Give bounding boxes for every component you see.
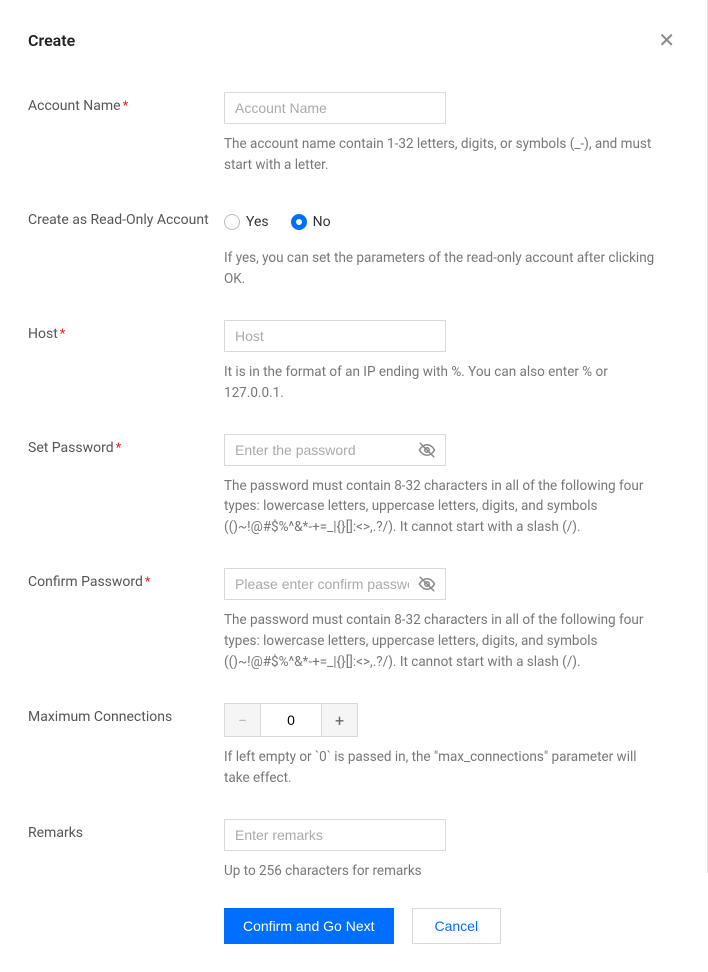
eye-off-icon (418, 441, 436, 459)
required-mark: * (123, 99, 129, 114)
row-account-name: Account Name* The account name contain 1… (28, 92, 679, 176)
hint-max-connections: If left empty or `0` is passed in, the "… (224, 747, 664, 789)
eye-off-icon (418, 575, 436, 593)
label-text: Host (28, 326, 58, 342)
label-host: Host* (28, 320, 224, 342)
close-icon: ✕ (658, 28, 675, 52)
stepper-decrement[interactable]: − (224, 703, 260, 737)
host-input[interactable] (224, 320, 446, 352)
hint-confirm-password: The password must contain 8-32 character… (224, 610, 664, 673)
hint-set-password: The password must contain 8-32 character… (224, 476, 664, 539)
label-confirm-password: Confirm Password* (28, 568, 224, 590)
toggle-password-visibility[interactable] (418, 441, 436, 459)
label-account-name: Account Name* (28, 92, 224, 114)
close-button[interactable]: ✕ (654, 28, 679, 52)
password-wrapper (224, 568, 446, 600)
modal-header: Create ✕ (28, 28, 679, 52)
hint-host: It is in the format of an IP ending with… (224, 362, 664, 404)
stepper-increment[interactable]: + (322, 703, 358, 737)
set-password-input[interactable] (224, 434, 446, 466)
radio-icon (291, 214, 307, 230)
label-remarks: Remarks (28, 819, 224, 841)
cancel-button[interactable]: Cancel (412, 908, 502, 944)
confirm-button[interactable]: Confirm and Go Next (224, 908, 394, 944)
hint-read-only: If yes, you can set the parameters of th… (224, 248, 664, 290)
password-wrapper (224, 434, 446, 466)
row-set-password: Set Password* The password must contain … (28, 434, 679, 539)
row-max-connections: Maximum Connections − + If left empty or… (28, 703, 679, 789)
confirm-password-input[interactable] (224, 568, 446, 600)
max-connections-stepper: − + (224, 703, 679, 737)
radio-label: Yes (246, 214, 269, 230)
account-name-input[interactable] (224, 92, 446, 124)
label-set-password: Set Password* (28, 434, 224, 456)
field-set-password: The password must contain 8-32 character… (224, 434, 679, 539)
label-text: Confirm Password (28, 574, 143, 590)
field-confirm-password: The password must contain 8-32 character… (224, 568, 679, 673)
required-mark: * (60, 327, 66, 342)
row-confirm-password: Confirm Password* The password must cont… (28, 568, 679, 673)
required-mark: * (116, 441, 122, 456)
hint-remarks: Up to 256 characters for remarks (224, 861, 664, 882)
field-host: It is in the format of an IP ending with… (224, 320, 679, 404)
radio-no[interactable]: No (291, 214, 331, 230)
remarks-input[interactable] (224, 819, 446, 851)
field-account-name: The account name contain 1-32 letters, d… (224, 92, 679, 176)
read-only-radio-group: Yes No (224, 206, 679, 238)
label-text: Set Password (28, 440, 114, 456)
radio-yes[interactable]: Yes (224, 214, 269, 230)
field-read-only: Yes No If yes, you can set the parameter… (224, 206, 679, 290)
max-connections-input[interactable] (260, 703, 322, 737)
row-read-only: Create as Read-Only Account Yes No If ye… (28, 206, 679, 290)
row-remarks: Remarks Up to 256 characters for remarks (28, 819, 679, 882)
field-max-connections: − + If left empty or `0` is passed in, t… (224, 703, 679, 789)
modal-title: Create (28, 31, 75, 50)
create-account-modal: Create ✕ Account Name* The account name … (0, 0, 707, 972)
required-mark: * (145, 575, 151, 590)
modal-footer: Confirm and Go Next Cancel (224, 908, 679, 944)
toggle-password-visibility[interactable] (418, 575, 436, 593)
label-max-connections: Maximum Connections (28, 703, 224, 725)
label-text: Account Name (28, 98, 121, 114)
label-read-only: Create as Read-Only Account (28, 206, 224, 228)
radio-icon (224, 214, 240, 230)
radio-label: No (313, 214, 331, 230)
row-host: Host* It is in the format of an IP endin… (28, 320, 679, 404)
field-remarks: Up to 256 characters for remarks (224, 819, 679, 882)
hint-account-name: The account name contain 1-32 letters, d… (224, 134, 664, 176)
